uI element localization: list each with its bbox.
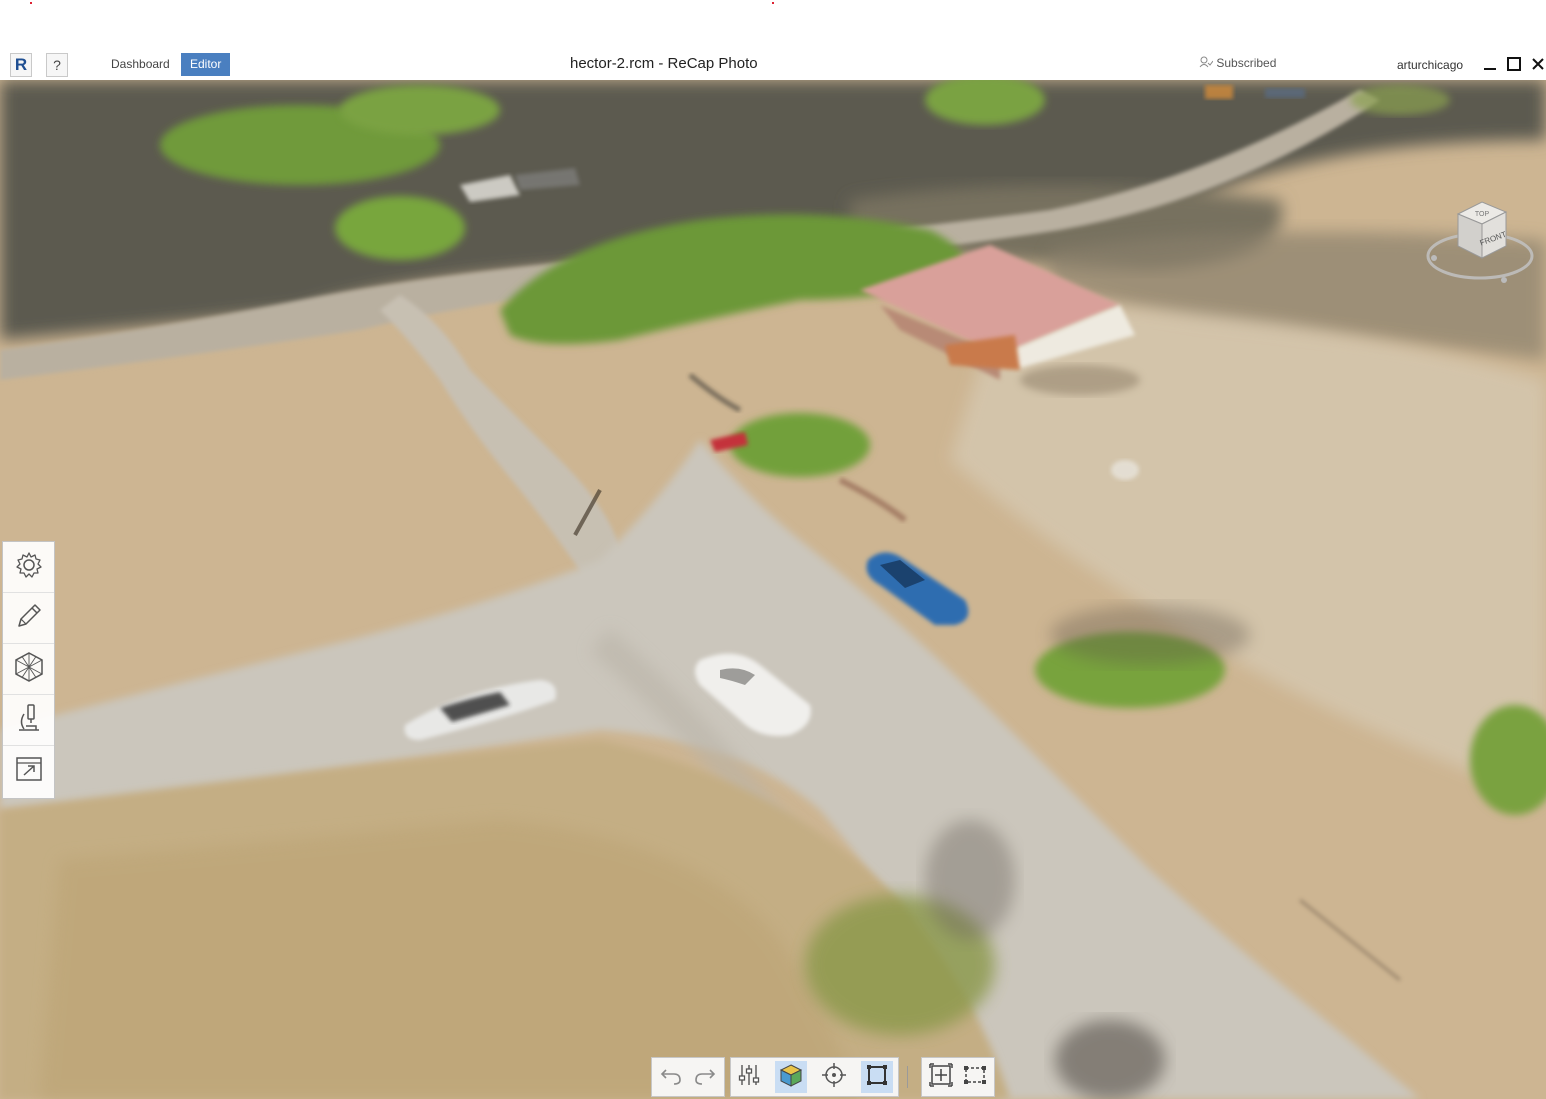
marker-dot [30, 2, 32, 4]
crosshair-icon [821, 1062, 847, 1093]
measure-button[interactable] [3, 695, 54, 746]
marker-dot [772, 2, 774, 4]
view-toolbar-group [730, 1057, 899, 1097]
zoom-window-icon [962, 1062, 988, 1093]
pencil-icon [13, 600, 45, 637]
settings-button[interactable] [3, 542, 54, 593]
edit-button[interactable] [3, 593, 54, 644]
gear-icon [13, 549, 45, 586]
orbit-center-button[interactable] [818, 1061, 850, 1093]
app-logo[interactable]: R [10, 53, 32, 77]
viewcube[interactable]: TOP FRONT [1424, 196, 1536, 290]
reality-mesh-view [0, 80, 1546, 1099]
hexagon-mesh-icon [13, 651, 45, 688]
perspective-button[interactable] [861, 1061, 893, 1093]
toolbar-separator [907, 1066, 908, 1088]
subscription-status[interactable]: Subscribed [1199, 56, 1276, 70]
3d-viewport[interactable]: TOP FRONT [0, 80, 1546, 1099]
help-button[interactable]: ? [46, 53, 68, 77]
microscope-icon [13, 702, 45, 739]
redo-icon [692, 1062, 718, 1093]
tab-dashboard[interactable]: Dashboard [102, 53, 179, 76]
export-icon [13, 753, 45, 790]
adjust-button[interactable] [733, 1061, 765, 1093]
zoom-extents-icon [928, 1062, 954, 1093]
minimize-button[interactable] [1482, 56, 1498, 72]
redo-button[interactable] [689, 1061, 721, 1093]
mesh-button[interactable] [3, 644, 54, 695]
zoom-toolbar-group [921, 1057, 995, 1097]
sliders-icon [736, 1062, 762, 1093]
viewcube-top-label[interactable]: TOP [1475, 211, 1490, 218]
undo-icon [658, 1062, 684, 1093]
user-icon [1199, 56, 1216, 70]
zoom-window-button[interactable] [959, 1061, 991, 1093]
tab-editor[interactable]: Editor [181, 53, 231, 76]
export-button[interactable] [3, 746, 54, 796]
close-button[interactable] [1530, 56, 1546, 72]
left-toolbar [2, 541, 55, 799]
top-margin [0, 0, 1546, 48]
zoom-extents-button[interactable] [925, 1061, 957, 1093]
subscription-label: Subscribed [1216, 56, 1277, 70]
undo-button[interactable] [655, 1061, 687, 1093]
cube-icon [778, 1062, 804, 1093]
render-mode-button[interactable] [775, 1061, 807, 1093]
window-title: hector-2.rcm - ReCap Photo [570, 55, 758, 72]
frame-icon [864, 1062, 890, 1093]
user-name[interactable]: arturchicago [1397, 58, 1463, 72]
history-toolbar-group [651, 1057, 725, 1097]
title-bar: R ? Dashboard Editor hector-2.rcm - ReCa… [0, 48, 1546, 80]
maximize-button[interactable] [1506, 56, 1522, 72]
